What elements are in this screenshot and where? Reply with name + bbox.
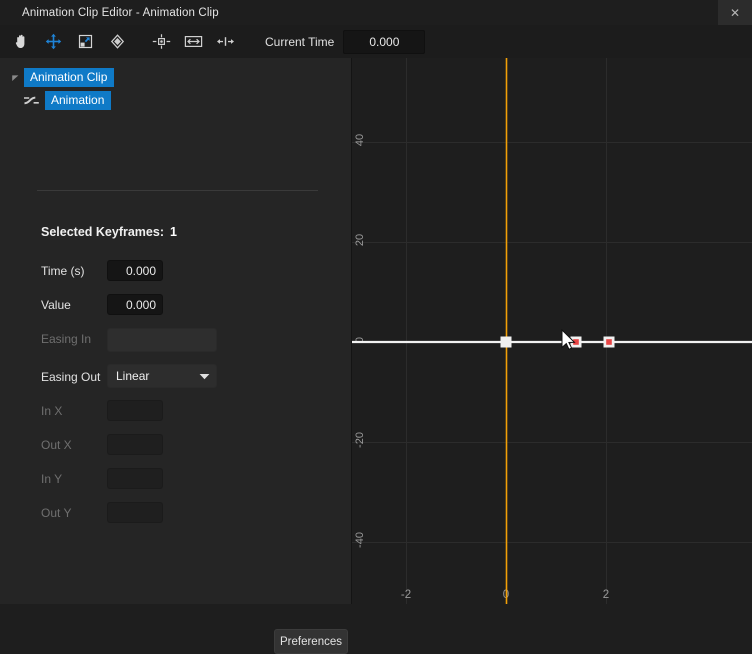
inspector-panel: Animation Clip Animation Selected Keyfra…: [0, 58, 352, 604]
align-center-icon: [216, 33, 235, 50]
align-center-tool-button[interactable]: [212, 30, 238, 54]
value-label: Value: [41, 298, 71, 312]
animation-clip-editor-window: Animation Clip Editor - Animation Clip ✕: [0, 0, 752, 604]
in-y-field: [107, 468, 163, 489]
editor-toolbar: Current Time 0.000: [0, 25, 752, 59]
panel-divider: [37, 190, 318, 191]
in-y-label: In Y: [41, 472, 62, 486]
close-icon: ✕: [730, 7, 740, 19]
hand-icon: [13, 33, 30, 50]
y-axis-tick-label: -20: [354, 432, 366, 448]
in-x-label: In X: [41, 404, 62, 418]
preferences-button-label: Preferences: [280, 636, 342, 648]
x-axis-tick-label: 2: [603, 589, 609, 601]
current-time-value: 0.000: [369, 35, 399, 49]
curve-graph-view[interactable]: 40200-20-40-202: [352, 58, 752, 604]
animation-tree: Animation Clip Animation: [0, 68, 352, 110]
time-row: Time (s) 0.000: [0, 260, 352, 294]
out-x-label: Out X: [41, 438, 72, 452]
move-tool-button[interactable]: [40, 30, 66, 54]
in-y-row: In Y: [0, 468, 352, 502]
keyframe-marker[interactable]: [604, 337, 615, 348]
time-label: Time (s): [41, 264, 85, 278]
value-field[interactable]: 0.000: [107, 294, 163, 315]
time-field[interactable]: 0.000: [107, 260, 163, 281]
preferences-button[interactable]: Preferences: [274, 629, 348, 654]
keyframe-marker-selected[interactable]: [501, 337, 512, 348]
scale-tool-button[interactable]: [72, 30, 98, 54]
keyframe-properties-form: Time (s) 0.000 Value 0.000 Easing In Eas…: [0, 260, 352, 536]
y-axis-tick-label: 40: [354, 134, 366, 146]
fit-horizontal-icon: [184, 33, 203, 50]
curve-canvas[interactable]: 40200-20-40-202: [352, 58, 752, 604]
move-arrows-icon: [45, 33, 62, 50]
keyframe-tool-button[interactable]: [104, 30, 130, 54]
easing-in-field: [107, 328, 217, 352]
selected-keyframes-count: 1: [170, 225, 177, 239]
fit-horizontal-tool-button[interactable]: [180, 30, 206, 54]
y-axis-tick-label: -40: [354, 532, 366, 548]
easing-out-value: Linear: [116, 369, 199, 383]
easing-in-row: Easing In: [0, 328, 352, 364]
value-row: Value 0.000: [0, 294, 352, 328]
in-x-row: In X: [0, 400, 352, 434]
easing-in-label: Easing In: [41, 332, 91, 346]
in-x-field: [107, 400, 163, 421]
selected-keyframes-status: Selected Keyframes: 1: [41, 225, 177, 239]
diamond-icon: [109, 33, 126, 50]
value-value: 0.000: [126, 298, 156, 312]
out-x-row: Out X: [0, 434, 352, 468]
pan-tool-button[interactable]: [8, 30, 34, 54]
scale-box-icon: [77, 33, 94, 50]
tree-item-animation-clip[interactable]: Animation Clip: [0, 68, 352, 87]
selected-keyframes-label: Selected Keyframes:: [41, 225, 164, 239]
close-window-button[interactable]: ✕: [718, 0, 752, 25]
current-time-label: Current Time: [265, 35, 334, 49]
easing-out-row: Easing Out Linear: [0, 364, 352, 400]
out-x-field: [107, 434, 163, 455]
snap-center-icon: [152, 33, 171, 50]
animation-curve-icon: [22, 93, 44, 109]
current-time-input[interactable]: 0.000: [343, 30, 425, 54]
y-axis-tick-label: 20: [354, 234, 366, 246]
easing-out-label: Easing Out: [41, 370, 100, 384]
snap-center-tool-button[interactable]: [148, 30, 174, 54]
chevron-down-icon[interactable]: [199, 373, 210, 380]
toolbar-separator: [130, 41, 142, 42]
title-bar: Animation Clip Editor - Animation Clip ✕: [0, 0, 752, 26]
tree-item-animation[interactable]: Animation: [0, 91, 352, 110]
out-y-label: Out Y: [41, 506, 71, 520]
tree-item-animation-clip-label: Animation Clip: [24, 68, 114, 87]
time-value: 0.000: [126, 264, 156, 278]
window-title: Animation Clip Editor - Animation Clip: [22, 7, 219, 19]
tree-item-animation-label: Animation: [45, 91, 111, 110]
x-axis-tick-label: -2: [401, 589, 411, 601]
easing-out-select[interactable]: Linear: [107, 364, 217, 388]
out-y-field: [107, 502, 163, 523]
chevron-down-icon[interactable]: [6, 73, 24, 82]
out-y-row: Out Y: [0, 502, 352, 536]
